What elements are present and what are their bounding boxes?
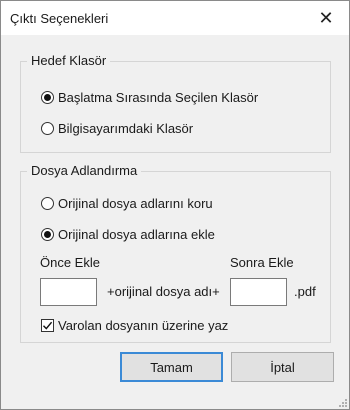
- original-name-text: +orijinal dosya adı+: [107, 284, 220, 299]
- radio-button[interactable]: [41, 121, 54, 135]
- overwrite-label: Varolan dosyanın üzerine yaz: [58, 317, 229, 333]
- radio-button-selected[interactable]: [41, 227, 54, 241]
- title-bar: Çıktı Seçenekleri ✕: [1, 1, 349, 35]
- radio-startup-folder-label: Başlatma Sırasında Seçilen Klasör: [58, 89, 259, 105]
- pdf-extension-text: .pdf: [294, 284, 316, 299]
- checkmark-icon: [43, 321, 53, 330]
- radio-computer-folder[interactable]: Bilgisayarımdaki Klasör: [41, 119, 193, 137]
- output-options-dialog: Çıktı Seçenekleri ✕ Hedef Klasör Başlatm…: [0, 0, 350, 410]
- close-icon: ✕: [318, 7, 334, 28]
- cancel-button[interactable]: İptal: [231, 352, 334, 382]
- overwrite-checkbox-row[interactable]: Varolan dosyanın üzerine yaz: [41, 316, 228, 334]
- dialog-title: Çıktı Seçenekleri: [10, 11, 109, 26]
- file-naming-group: Dosya Adlandırma Orijinal dosya adlarını…: [20, 163, 331, 343]
- ok-button[interactable]: Tamam: [120, 352, 223, 382]
- radio-keep-names-label: Orijinal dosya adlarını koru: [58, 195, 213, 211]
- target-folder-legend: Hedef Klasör: [27, 53, 111, 68]
- target-folder-group: Hedef Klasör Başlatma Sırasında Seçilen …: [20, 53, 331, 153]
- radio-computer-folder-label: Bilgisayarımdaki Klasör: [58, 120, 194, 136]
- radio-keep-names[interactable]: Orijinal dosya adlarını koru: [41, 194, 213, 212]
- prefix-input[interactable]: [40, 278, 97, 306]
- overwrite-checkbox[interactable]: [41, 318, 54, 332]
- radio-append-names[interactable]: Orijinal dosya adlarına ekle: [41, 225, 215, 243]
- suffix-input[interactable]: [230, 278, 287, 306]
- close-button[interactable]: ✕: [303, 1, 349, 35]
- resize-grip-icon[interactable]: [337, 397, 347, 407]
- radio-button[interactable]: [41, 196, 54, 210]
- prefix-label: Önce Ekle: [40, 255, 100, 270]
- radio-append-names-label: Orijinal dosya adlarına ekle: [58, 226, 215, 242]
- suffix-label: Sonra Ekle: [230, 255, 294, 270]
- file-naming-legend: Dosya Adlandırma: [27, 163, 142, 178]
- radio-button-selected[interactable]: [41, 90, 54, 104]
- radio-startup-folder[interactable]: Başlatma Sırasında Seçilen Klasör: [41, 88, 258, 106]
